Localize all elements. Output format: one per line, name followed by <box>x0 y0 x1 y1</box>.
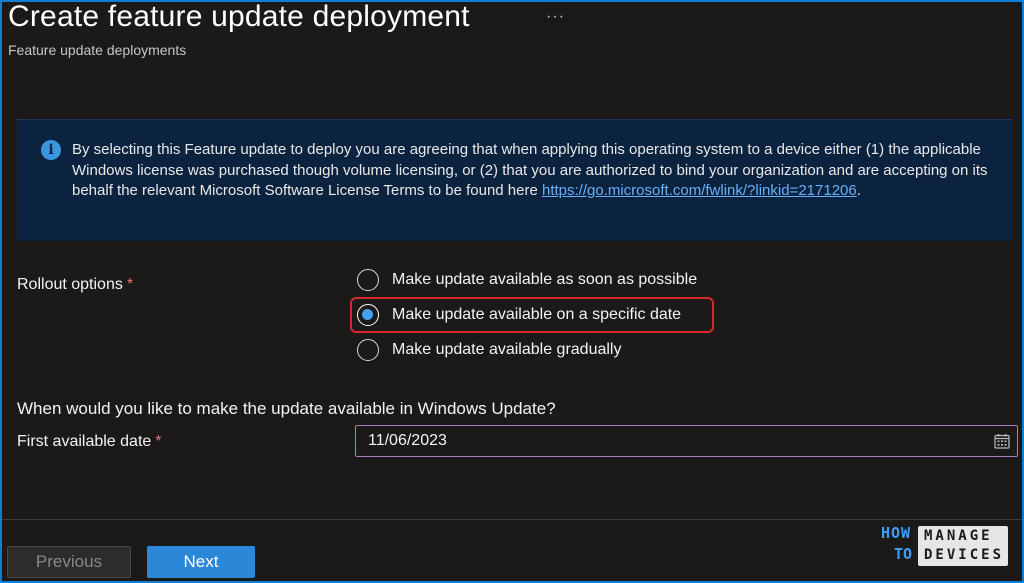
required-marker: * <box>155 433 162 450</box>
availability-question: When would you like to make the update a… <box>17 399 556 418</box>
rollout-option-label: Make update available on a specific date <box>392 306 682 323</box>
rollout-option-specific-date[interactable]: Make update available on a specific date <box>357 303 681 327</box>
logo-box: MANAGE DEVICES <box>918 526 1008 566</box>
license-info-suffix: . <box>856 182 861 199</box>
page-title: Create feature update deployment <box>8 0 470 33</box>
footer-divider <box>2 519 1022 520</box>
more-options-icon[interactable]: ··· <box>546 8 565 26</box>
howtomanagedevices-logo: HOW TO MANAGE DEVICES <box>878 524 1010 570</box>
license-info-banner: i By selecting this Feature update to de… <box>17 119 1012 241</box>
logo-devices-text: DEVICES <box>924 547 1005 563</box>
rollout-options-label-text: Rollout options <box>17 276 123 293</box>
logo-to-text: TO <box>894 545 913 563</box>
license-info-text: By selecting this Feature update to depl… <box>72 140 997 202</box>
logo-manage-text: MANAGE <box>924 528 993 544</box>
blade-panel: Create feature update deployment ··· Fea… <box>0 0 1024 583</box>
radio-button[interactable] <box>357 269 379 291</box>
required-marker: * <box>126 276 134 293</box>
date-value[interactable]: 11/06/2023 <box>368 432 447 450</box>
rollout-option-gradually[interactable]: Make update available gradually <box>357 338 621 362</box>
rollout-options-label: Rollout options * <box>17 276 133 294</box>
logo-how-text: HOW <box>881 524 912 542</box>
license-terms-link[interactable]: https://go.microsoft.com/fwlink/?linkid=… <box>542 182 857 199</box>
radio-button-selected[interactable] <box>357 304 379 326</box>
calendar-icon[interactable] <box>994 433 1010 449</box>
previous-button[interactable]: Previous <box>7 546 131 578</box>
rollout-option-label: Make update available as soon as possibl… <box>392 271 698 288</box>
rollout-option-asap[interactable]: Make update available as soon as possibl… <box>357 268 697 292</box>
radio-button[interactable] <box>357 339 379 361</box>
first-available-date-label: First available date * <box>17 433 162 451</box>
first-available-date-label-text: First available date <box>17 433 152 450</box>
breadcrumb-subtitle: Feature update deployments <box>8 42 187 58</box>
info-icon: i <box>41 140 61 160</box>
next-button[interactable]: Next <box>147 546 255 578</box>
first-available-date-field[interactable]: 11/06/2023 <box>355 425 1018 457</box>
rollout-option-label: Make update available gradually <box>392 341 622 358</box>
